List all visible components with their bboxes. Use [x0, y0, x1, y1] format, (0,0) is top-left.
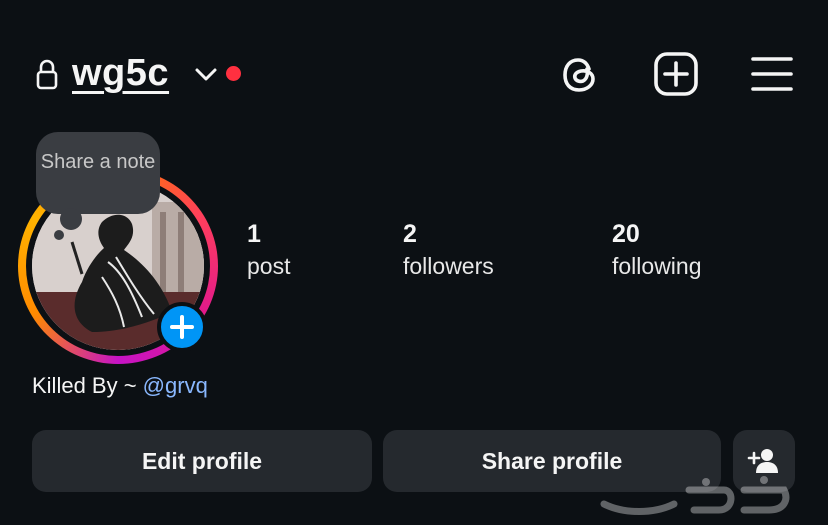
- posts-label: post: [247, 253, 291, 279]
- watermark-logo: [600, 476, 790, 515]
- add-story-button[interactable]: [157, 302, 207, 352]
- edit-profile-button[interactable]: Edit profile: [32, 430, 372, 492]
- note-bubble-tail: [60, 208, 82, 230]
- lock-icon: [36, 59, 58, 90]
- followers-count: 2: [403, 220, 417, 248]
- chevron-down-icon[interactable]: [194, 64, 218, 84]
- stat-posts[interactable]: 1 post: [247, 220, 290, 280]
- followers-label: followers: [403, 253, 494, 279]
- threads-icon[interactable]: [556, 50, 604, 98]
- bio: Killed By ~ @grvq: [32, 373, 208, 399]
- stat-following[interactable]: 20 following: [612, 220, 702, 280]
- note-bubble-tail-dot: [54, 230, 64, 240]
- menu-icon[interactable]: [750, 54, 794, 94]
- username-switcher[interactable]: wg5c: [72, 52, 169, 95]
- bio-text: Killed By ~: [32, 373, 143, 398]
- following-count: 20: [612, 220, 640, 248]
- bio-mention-link[interactable]: @grvq: [143, 373, 208, 398]
- edit-profile-label: Edit profile: [141, 447, 263, 474]
- stat-followers[interactable]: 2 followers: [403, 220, 494, 280]
- plus-icon: [170, 315, 194, 339]
- notification-dot: [226, 66, 241, 81]
- posts-count: 1: [247, 220, 261, 248]
- share-note-label: Share a note: [40, 151, 156, 173]
- share-note-bubble[interactable]: Share a note: [36, 132, 160, 214]
- create-post-icon[interactable]: [652, 50, 700, 98]
- following-label: following: [612, 253, 702, 279]
